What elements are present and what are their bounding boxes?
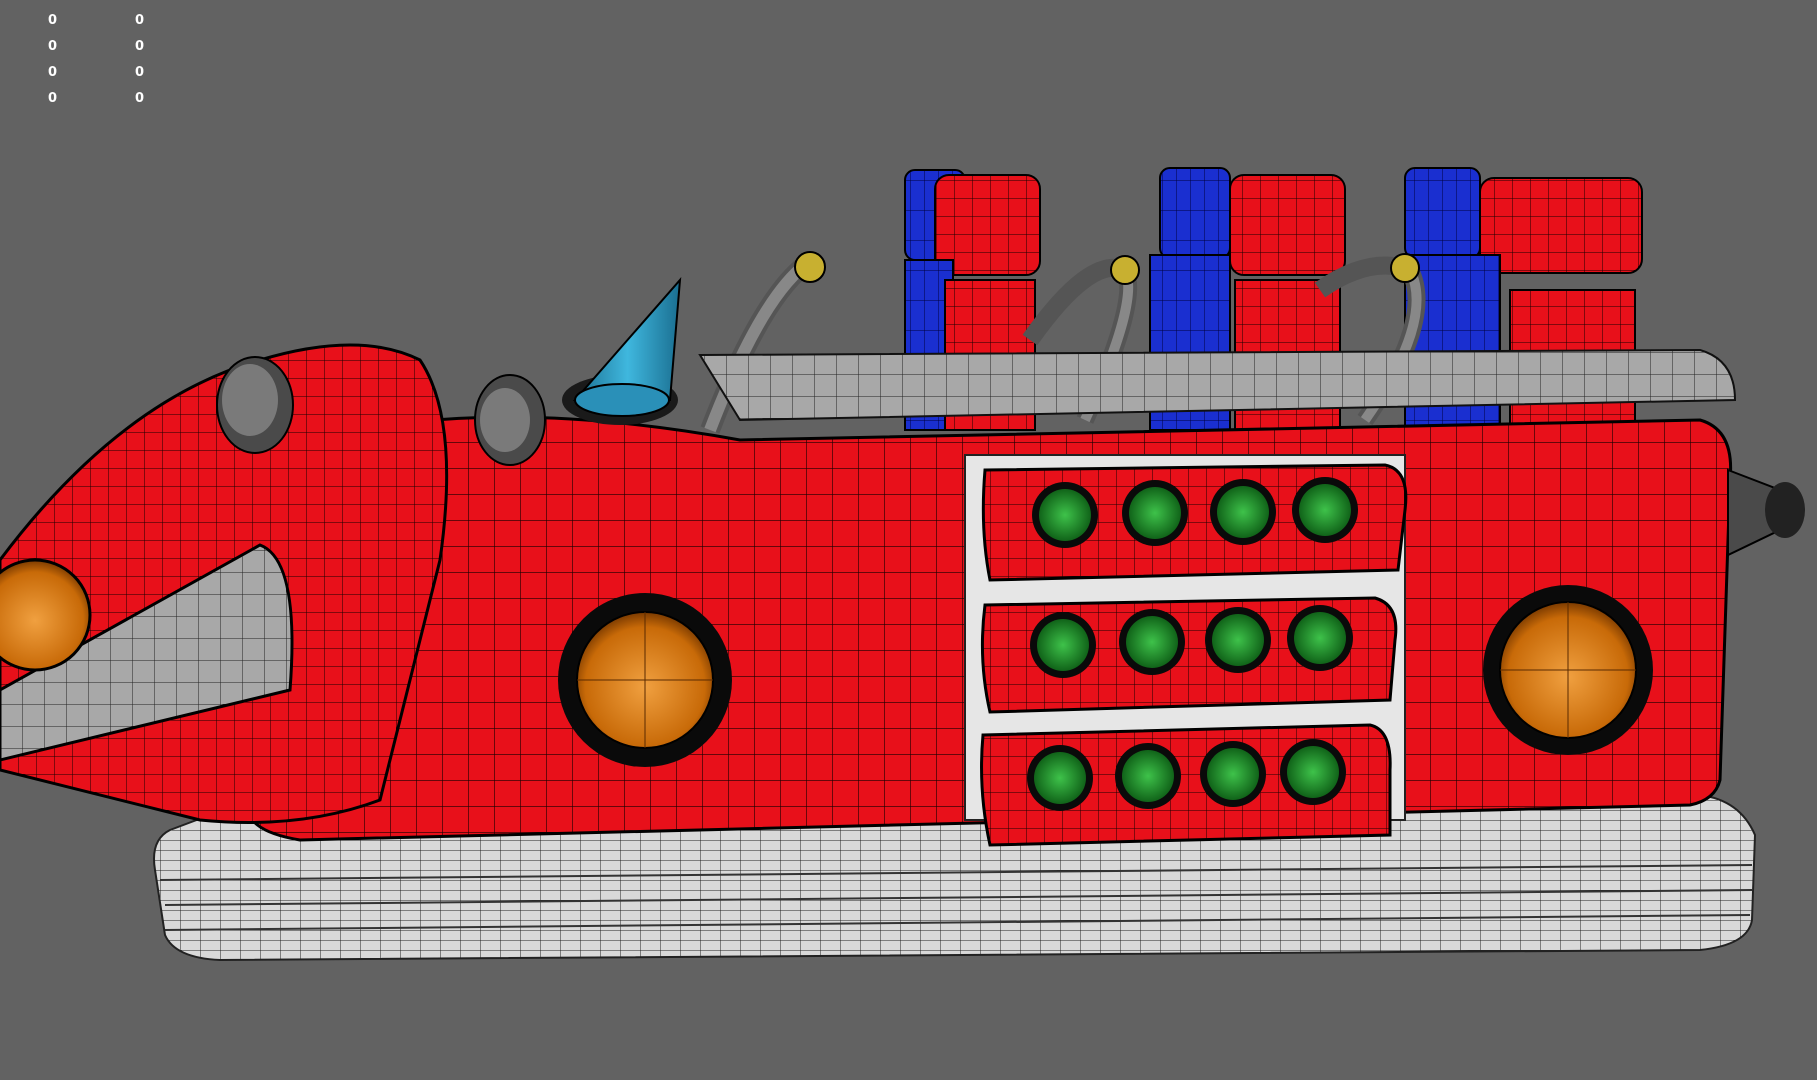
stat-row: 0 0 xyxy=(48,86,168,112)
horn xyxy=(562,277,682,425)
stat-value: 0 xyxy=(48,13,58,28)
stat-value: 0 xyxy=(135,39,145,54)
scene-canvas[interactable] xyxy=(0,0,1817,1080)
stat-value: 0 xyxy=(48,39,58,54)
stat-value: 0 xyxy=(135,65,145,80)
stat-value: 0 xyxy=(48,91,58,106)
3d-viewport[interactable]: 0 0 0 0 0 0 0 0 xyxy=(0,0,1817,1080)
light-panel-top xyxy=(981,463,1408,582)
stat-row: 0 0 xyxy=(48,60,168,86)
rear-exhaust xyxy=(1727,468,1805,557)
rear-lamp xyxy=(1483,585,1653,755)
stat-value: 0 xyxy=(135,91,145,106)
front-lamp xyxy=(558,593,732,767)
light-panel-middle xyxy=(980,596,1398,714)
viewport-stats: 0 0 0 0 0 0 0 0 xyxy=(48,8,168,112)
stat-row: 0 0 xyxy=(48,34,168,60)
stat-row: 0 0 xyxy=(48,8,168,34)
stat-value: 0 xyxy=(48,65,58,80)
light-panel-bottom xyxy=(980,723,1392,847)
stat-value: 0 xyxy=(135,13,145,28)
